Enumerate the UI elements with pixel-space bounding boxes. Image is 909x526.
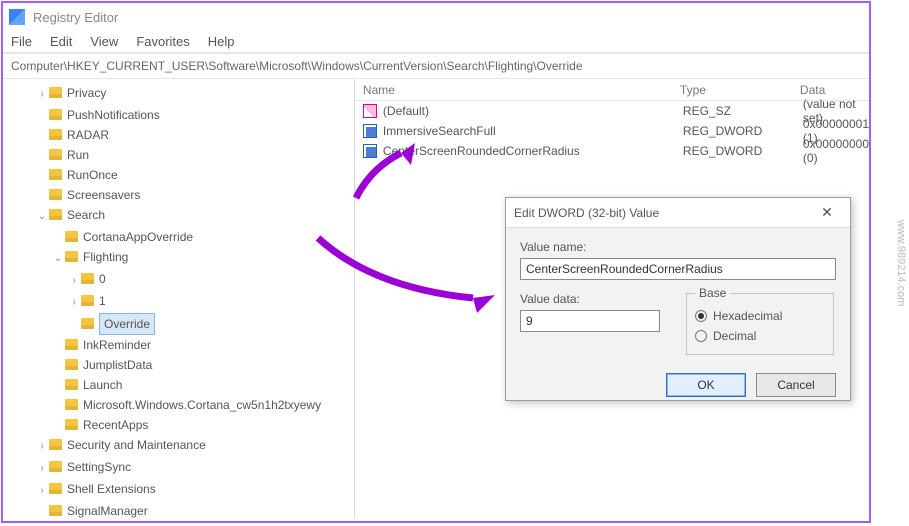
tree-item[interactable]: Screensavers bbox=[67, 188, 140, 202]
value-data: 0x00000000 (0) bbox=[803, 137, 869, 165]
tree-panel[interactable]: ›Privacy PushNotifications RADAR Run Run… bbox=[3, 79, 355, 519]
tree-item[interactable]: RunOnce bbox=[67, 168, 118, 182]
radio-hexadecimal[interactable]: Hexadecimal bbox=[695, 306, 825, 326]
tree-item[interactable]: RecentApps bbox=[83, 418, 148, 432]
tree-item[interactable]: InkReminder bbox=[83, 338, 151, 352]
tree-item[interactable]: Microsoft.Windows.Cortana_cw5n1h2txyewy bbox=[83, 398, 321, 412]
radio-label: Decimal bbox=[713, 326, 756, 346]
col-header-type[interactable]: Type bbox=[680, 83, 800, 97]
edit-dword-dialog: Edit DWORD (32-bit) Value ✕ Value name: … bbox=[505, 197, 851, 401]
value-type: REG_DWORD bbox=[683, 124, 803, 138]
values-header: Name Type Data bbox=[355, 79, 869, 101]
tree-item[interactable]: Shell Extensions bbox=[67, 482, 156, 496]
value-row[interactable]: (Default) REG_SZ (value not set) bbox=[355, 101, 869, 121]
value-name: CenterScreenRoundedCornerRadius bbox=[383, 144, 683, 158]
value-name: (Default) bbox=[383, 104, 683, 118]
value-name-label: Value name: bbox=[520, 240, 836, 254]
tree-item-search[interactable]: Search bbox=[67, 208, 105, 222]
value-row[interactable]: CenterScreenRoundedCornerRadius REG_DWOR… bbox=[355, 141, 869, 161]
tree-item[interactable]: Run bbox=[67, 148, 89, 162]
menubar: File Edit View Favorites Help bbox=[3, 31, 869, 53]
string-value-icon bbox=[363, 104, 377, 118]
watermark-text: www.989214.com bbox=[895, 220, 907, 307]
titlebar: Registry Editor bbox=[3, 3, 869, 31]
radio-icon bbox=[695, 330, 707, 342]
value-name: ImmersiveSearchFull bbox=[383, 124, 683, 138]
window-title: Registry Editor bbox=[33, 10, 118, 25]
dialog-title: Edit DWORD (32-bit) Value bbox=[514, 206, 659, 220]
menu-view[interactable]: View bbox=[90, 34, 118, 49]
value-type: REG_DWORD bbox=[683, 144, 803, 158]
tree-item[interactable]: Security and Maintenance bbox=[67, 438, 206, 452]
app-window: Registry Editor File Edit View Favorites… bbox=[1, 1, 871, 523]
value-name-field[interactable] bbox=[520, 258, 836, 280]
menu-edit[interactable]: Edit bbox=[50, 34, 72, 49]
address-text: Computer\HKEY_CURRENT_USER\Software\Micr… bbox=[11, 59, 583, 73]
regedit-icon bbox=[9, 9, 25, 25]
cancel-button[interactable]: Cancel bbox=[756, 373, 836, 397]
tree-item[interactable]: JumplistData bbox=[83, 358, 152, 372]
tree-item-flighting[interactable]: Flighting bbox=[83, 250, 128, 264]
tree-item[interactable]: Privacy bbox=[67, 86, 106, 100]
tree-item[interactable]: PushNotifications bbox=[67, 108, 160, 122]
menu-help[interactable]: Help bbox=[208, 34, 235, 49]
value-row[interactable]: ImmersiveSearchFull REG_DWORD 0x00000001… bbox=[355, 121, 869, 141]
tree-item[interactable]: SettingSync bbox=[67, 460, 131, 474]
radio-label: Hexadecimal bbox=[713, 306, 782, 326]
base-legend: Base bbox=[695, 286, 730, 300]
col-header-data[interactable]: Data bbox=[800, 83, 869, 97]
radio-decimal[interactable]: Decimal bbox=[695, 326, 825, 346]
col-header-name[interactable]: Name bbox=[355, 83, 680, 97]
tree-item[interactable]: Launch bbox=[83, 378, 122, 392]
tree-item[interactable]: 0 bbox=[99, 272, 106, 286]
tree-item[interactable]: 1 bbox=[99, 294, 106, 308]
tree-item[interactable]: CortanaAppOverride bbox=[83, 230, 193, 244]
menu-favorites[interactable]: Favorites bbox=[136, 34, 189, 49]
tree-item[interactable]: SignalManager bbox=[67, 504, 148, 518]
close-icon[interactable]: ✕ bbox=[812, 204, 842, 221]
dword-value-icon bbox=[363, 124, 377, 138]
address-bar[interactable]: Computer\HKEY_CURRENT_USER\Software\Micr… bbox=[3, 53, 869, 79]
radio-icon bbox=[695, 310, 707, 322]
base-group: Base Hexadecimal Decimal bbox=[686, 286, 834, 355]
tree-item-override[interactable]: Override bbox=[99, 313, 155, 335]
ok-button[interactable]: OK bbox=[666, 373, 746, 397]
tree-item[interactable]: RADAR bbox=[67, 128, 109, 142]
dword-value-icon bbox=[363, 144, 377, 158]
value-data-label: Value data: bbox=[520, 292, 660, 306]
value-data-field[interactable] bbox=[520, 310, 660, 332]
value-type: REG_SZ bbox=[683, 104, 803, 118]
dialog-titlebar: Edit DWORD (32-bit) Value ✕ bbox=[506, 198, 850, 228]
menu-file[interactable]: File bbox=[11, 34, 32, 49]
